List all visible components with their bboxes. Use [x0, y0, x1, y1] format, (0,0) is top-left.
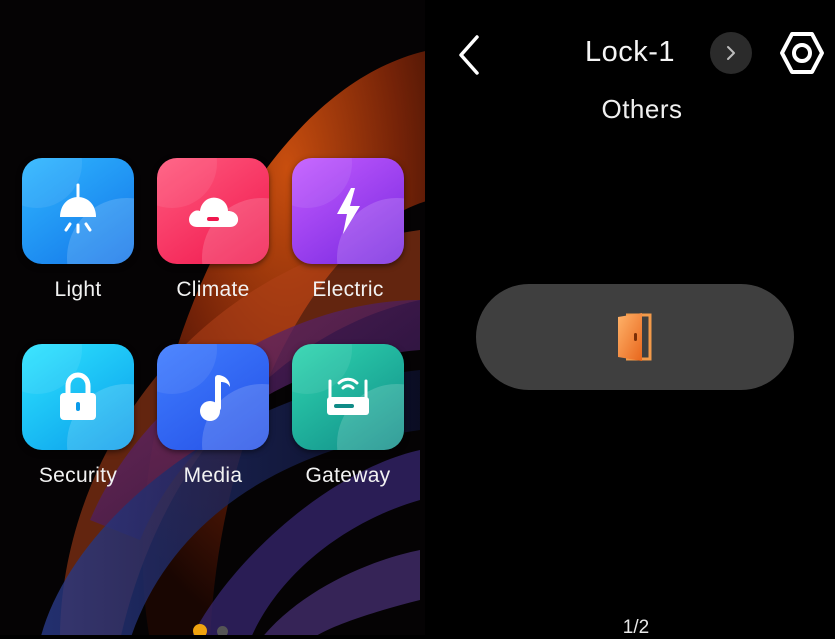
music-note-icon: [200, 375, 230, 421]
app-media[interactable]: Media: [157, 344, 269, 488]
gear-icon: [780, 32, 824, 74]
page-dot-active[interactable]: [193, 624, 207, 635]
app-tile-light[interactable]: [22, 158, 134, 264]
home-panel: Light Climate Electric Security Media Ga…: [0, 0, 425, 635]
settings-button[interactable]: [778, 29, 826, 77]
app-electric[interactable]: Electric: [292, 158, 404, 302]
app-light[interactable]: Light: [22, 158, 134, 302]
page-dots: [193, 624, 228, 635]
device-panel: Lock-1 Others 1/2: [425, 0, 835, 638]
app-gateway[interactable]: Gateway: [292, 344, 404, 488]
app-security[interactable]: Security: [22, 344, 134, 488]
router-icon: [327, 377, 369, 415]
app-label-security: Security: [38, 464, 118, 487]
app-label-electric: Electric: [312, 278, 384, 301]
chevron-right-icon: [727, 46, 735, 60]
device-title: Lock-1: [585, 36, 676, 68]
app-label-light: Light: [54, 278, 102, 301]
device-category: Others: [601, 94, 683, 124]
wallpaper-background: [41, 51, 425, 635]
app-climate[interactable]: Climate: [157, 158, 269, 302]
app-tile-security[interactable]: [22, 344, 134, 450]
cloud-icon: [189, 197, 239, 227]
back-button[interactable]: [455, 33, 485, 77]
page-dot-inactive[interactable]: [217, 626, 228, 635]
app-label-gateway: Gateway: [305, 464, 391, 487]
app-tile-gateway[interactable]: [292, 344, 404, 450]
app-label-media: Media: [183, 464, 243, 487]
app-tile-electric[interactable]: [292, 158, 404, 264]
chevron-left-icon: [459, 35, 479, 75]
door-lock-toggle-button[interactable]: [476, 284, 794, 390]
lightbulb-icon: [60, 183, 96, 234]
app-tile-media[interactable]: [157, 344, 269, 450]
page-indicator: 1/2: [622, 617, 650, 638]
door-icon: [618, 313, 652, 361]
padlock-icon: [60, 372, 96, 420]
next-device-button[interactable]: [710, 32, 752, 74]
app-label-climate: Climate: [176, 278, 250, 301]
app-tile-climate[interactable]: [157, 158, 269, 264]
lightning-bolt-icon: [337, 188, 360, 234]
